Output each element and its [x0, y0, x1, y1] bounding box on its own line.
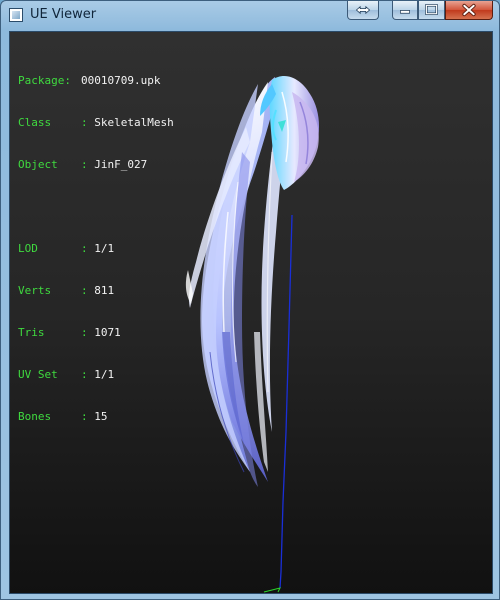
- close-icon: [462, 3, 476, 17]
- object-label: Object: [18, 158, 58, 171]
- tris-value: 1071: [94, 326, 121, 339]
- lod-colon: :: [81, 242, 88, 255]
- maximize-icon: [425, 4, 438, 15]
- lod-value: 1/1: [94, 242, 115, 255]
- tris-label: Tris: [18, 326, 45, 339]
- verts-label: Verts: [18, 284, 52, 297]
- info-row-object: Object : JinF_027: [18, 158, 174, 172]
- verts-value: 811: [94, 284, 115, 297]
- 3d-viewport[interactable]: Package: 00010709.upk Class : SkeletalMe…: [9, 31, 493, 594]
- class-value: SkeletalMesh: [94, 116, 174, 129]
- info-row-uvset: UV Set : 1/1: [18, 368, 174, 382]
- info-row-bones: Bones : 15: [18, 410, 174, 424]
- info-row-package: Package: 00010709.upk: [18, 74, 174, 88]
- window-title: UE Viewer: [30, 7, 97, 22]
- info-row-class: Class : SkeletalMesh: [18, 116, 174, 130]
- info-row-verts: Verts : 811: [18, 284, 174, 298]
- uvset-value: 1/1: [94, 368, 115, 381]
- lod-label: LOD: [18, 242, 38, 255]
- bones-value: 15: [94, 410, 108, 423]
- bones-label: Bones: [18, 410, 52, 423]
- info-row-lod: LOD : 1/1: [18, 242, 174, 256]
- verts-colon: :: [81, 284, 88, 297]
- object-colon: :: [81, 158, 88, 171]
- object-value: JinF_027: [94, 158, 148, 171]
- title-bar[interactable]: UE Viewer: [1, 1, 499, 31]
- info-row-tris: Tris : 1071: [18, 326, 174, 340]
- package-label: Package:: [18, 74, 71, 87]
- app-window: UE Viewer Package: 00010709.upk Class: …: [0, 0, 500, 600]
- close-button[interactable]: [445, 1, 493, 20]
- hair-cap: [260, 75, 319, 190]
- package-value: 00010709.upk: [81, 74, 161, 87]
- bones-colon: :: [81, 410, 88, 423]
- tris-colon: :: [81, 326, 88, 339]
- uvset-colon: :: [81, 368, 88, 381]
- uvset-label: UV Set: [18, 368, 58, 381]
- app-icon: [9, 8, 23, 22]
- minimize-button[interactable]: [392, 1, 418, 20]
- mesh-info-panel: Package: 00010709.upk Class : SkeletalMe…: [18, 46, 174, 452]
- minimize-icon: [400, 10, 410, 14]
- class-colon: :: [81, 116, 88, 129]
- swap-button[interactable]: [347, 1, 379, 20]
- maximize-button[interactable]: [418, 1, 445, 20]
- swap-arrows-icon: [355, 5, 371, 15]
- class-label: Class: [18, 116, 52, 129]
